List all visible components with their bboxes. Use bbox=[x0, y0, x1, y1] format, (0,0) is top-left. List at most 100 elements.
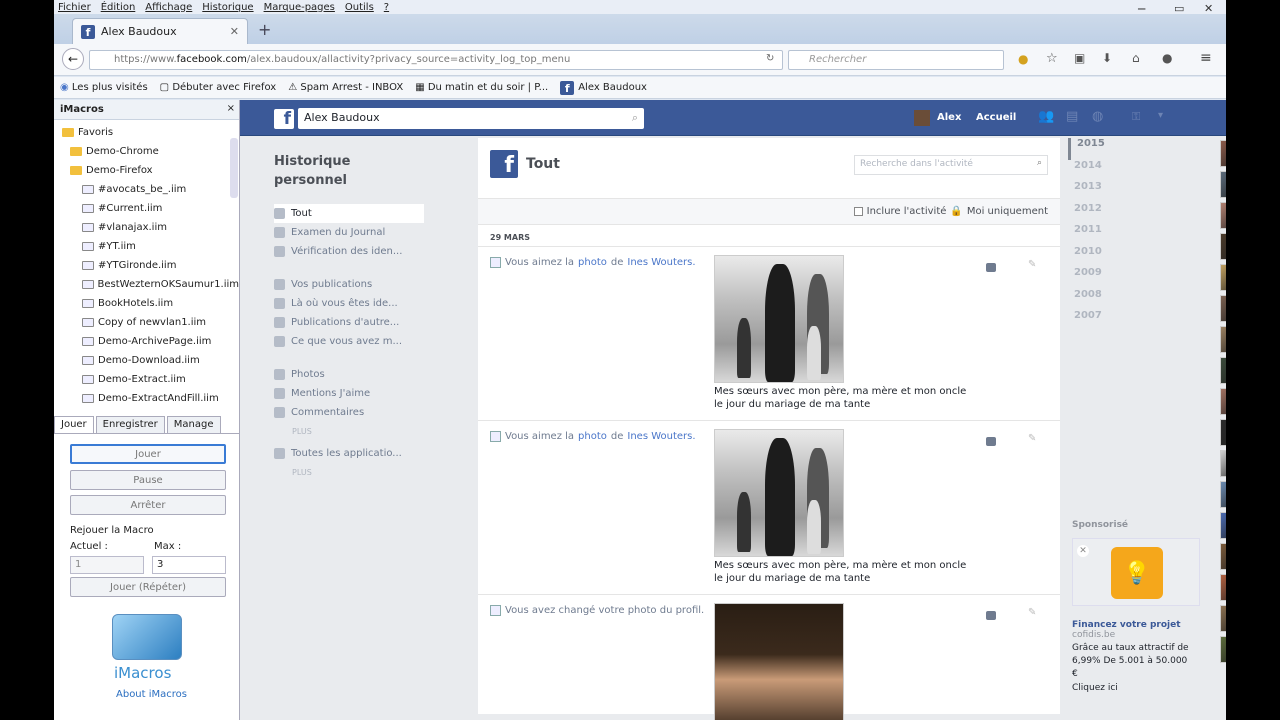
year-link[interactable]: 2010 bbox=[1068, 246, 1198, 268]
hamburger-menu-icon[interactable]: ≡ bbox=[1200, 50, 1212, 66]
macro-tree-item[interactable]: #YT.iim bbox=[62, 237, 239, 256]
reload-icon[interactable]: ↻ bbox=[766, 53, 774, 64]
close-tab-icon[interactable]: ✕ bbox=[230, 25, 239, 38]
year-link[interactable]: 2011 bbox=[1068, 224, 1198, 246]
extension-icon[interactable]: ● bbox=[1018, 52, 1028, 66]
bookmark-getting-started[interactable]: ▢ Débuter avec Firefox bbox=[160, 82, 277, 93]
tab-jouer[interactable]: Jouer bbox=[54, 416, 94, 433]
chat-contact[interactable] bbox=[1220, 262, 1226, 293]
max-input[interactable]: 3 bbox=[152, 556, 226, 574]
bookmark-alex-baudoux[interactable]: f Alex Baudoux bbox=[560, 80, 647, 95]
nav-item-nav1-0[interactable]: Tout bbox=[274, 204, 424, 223]
tree-scrollbar[interactable] bbox=[230, 138, 238, 198]
chat-contact[interactable] bbox=[1220, 541, 1226, 572]
addon-icon[interactable]: ● bbox=[1162, 51, 1172, 65]
menu-fichier[interactable]: Fichier bbox=[58, 2, 91, 13]
bookmark-most-visited[interactable]: ◉ Les plus visités bbox=[60, 82, 148, 93]
nav-item-nav2-3[interactable]: Ce que vous avez m... bbox=[274, 332, 424, 351]
menu-edition[interactable]: Édition bbox=[101, 2, 136, 13]
menu-marque-pages[interactable]: Marque-pages bbox=[264, 2, 335, 13]
macro-tree-item[interactable]: Demo-ExtractAndFill.iim bbox=[62, 389, 239, 408]
chat-contact[interactable] bbox=[1220, 138, 1226, 169]
edit-pencil-icon[interactable]: ✎ bbox=[1028, 433, 1036, 444]
entry-photo[interactable] bbox=[714, 603, 844, 720]
pause-button[interactable]: Pause bbox=[70, 470, 226, 490]
play-loop-button[interactable]: Jouer (Répéter) bbox=[70, 577, 226, 597]
tab-enregistrer[interactable]: Enregistrer bbox=[95, 416, 165, 433]
entry-photo[interactable] bbox=[714, 429, 844, 557]
nav-item-nav3-1[interactable]: Mentions J'aime bbox=[274, 384, 424, 403]
minimize-icon[interactable]: ─ bbox=[1138, 2, 1145, 16]
current-input[interactable]: 1 bbox=[70, 556, 144, 574]
audience-icon[interactable] bbox=[986, 263, 996, 272]
clipboard-icon[interactable]: ▣ bbox=[1074, 51, 1085, 65]
nav-item-nav1-2[interactable]: Vérification des iden... bbox=[274, 242, 424, 261]
about-imacros-link[interactable]: About iMacros bbox=[116, 689, 187, 700]
nav-item-nav2-2[interactable]: Publications d'autre... bbox=[274, 313, 424, 332]
macro-tree-item[interactable]: Copy of newvlan1.iim bbox=[62, 313, 239, 332]
stop-button[interactable]: Arrêter bbox=[70, 495, 226, 515]
macro-tree-item[interactable]: Demo-Extract.iim bbox=[62, 370, 239, 389]
facebook-search-input[interactable]: Alex Baudoux ⌕ bbox=[298, 108, 644, 129]
bookmark-star-icon[interactable]: ☆ bbox=[1046, 51, 1058, 66]
audience-icon[interactable] bbox=[986, 437, 996, 446]
new-tab-button[interactable]: + bbox=[258, 20, 271, 39]
chat-contact[interactable] bbox=[1220, 324, 1226, 355]
close-window-icon[interactable]: ✕ bbox=[1204, 2, 1213, 15]
back-button[interactable]: ← bbox=[62, 48, 84, 70]
more-link[interactable]: PLUS bbox=[274, 422, 424, 440]
include-checkbox[interactable] bbox=[853, 207, 863, 216]
messages-icon[interactable]: ▤ bbox=[1066, 109, 1078, 124]
browser-search-input[interactable]: Rechercher bbox=[788, 50, 1004, 70]
facebook-logo-icon[interactable]: f bbox=[274, 109, 294, 129]
close-ad-icon[interactable]: ✕ bbox=[1077, 545, 1089, 557]
entry-person-link[interactable]: Ines Wouters. bbox=[627, 257, 695, 268]
macro-tree-item[interactable]: #avocats_be_.iim bbox=[62, 180, 239, 199]
macro-tree-item[interactable]: #vlanajax.iim bbox=[62, 218, 239, 237]
audience-icon[interactable] bbox=[986, 611, 996, 620]
notifications-icon[interactable]: ◍ bbox=[1092, 109, 1103, 124]
chat-contact[interactable] bbox=[1220, 634, 1226, 665]
chat-contact[interactable] bbox=[1220, 386, 1226, 417]
edit-pencil-icon[interactable]: ✎ bbox=[1028, 259, 1036, 270]
macro-tree-item[interactable]: Favoris bbox=[62, 123, 239, 142]
chat-contact[interactable] bbox=[1220, 448, 1226, 479]
year-link[interactable]: 2007 bbox=[1068, 310, 1198, 332]
nav-item-nav1-1[interactable]: Examen du Journal bbox=[274, 223, 424, 242]
download-icon[interactable]: ⬇ bbox=[1102, 51, 1112, 65]
macro-tree-item[interactable]: Demo-Download.iim bbox=[62, 351, 239, 370]
nav-item-nav2-1[interactable]: Là où vous êtes ide... bbox=[274, 294, 424, 313]
chat-contact[interactable] bbox=[1220, 510, 1226, 541]
nav-item-nav2-0[interactable]: Vos publications bbox=[274, 275, 424, 294]
nav-item-nav3-2[interactable]: Commentaires bbox=[274, 403, 424, 422]
search-icon[interactable]: ⌕ bbox=[1037, 158, 1042, 168]
year-link[interactable]: 2015 bbox=[1068, 138, 1198, 160]
entry-photo-link[interactable]: photo bbox=[578, 431, 607, 442]
chat-contact[interactable] bbox=[1220, 355, 1226, 386]
menu-outils[interactable]: Outils bbox=[345, 2, 374, 13]
nav-item-nav3-0[interactable]: Photos bbox=[274, 365, 424, 384]
entry-photo-link[interactable]: photo bbox=[578, 257, 607, 268]
year-link[interactable]: 2012 bbox=[1068, 203, 1198, 225]
maximize-icon[interactable]: ▭ bbox=[1174, 2, 1184, 15]
macro-tree-item[interactable]: Demo-Chrome bbox=[62, 142, 239, 161]
home-icon[interactable]: ⌂ bbox=[1132, 51, 1140, 65]
year-link[interactable]: 2014 bbox=[1068, 160, 1198, 182]
macro-tree-item[interactable]: #Current.iim bbox=[62, 199, 239, 218]
url-bar[interactable]: https://www.facebook.com/alex.baudoux/al… bbox=[89, 50, 783, 70]
chat-contact[interactable] bbox=[1220, 572, 1226, 603]
bookmark-du-matin[interactable]: ▦ Du matin et du soir | P... bbox=[415, 82, 548, 93]
year-link[interactable]: 2008 bbox=[1068, 289, 1198, 311]
search-icon[interactable]: ⌕ bbox=[632, 111, 638, 125]
home-link[interactable]: Accueil bbox=[976, 112, 1016, 123]
nav-item-nav4-0[interactable]: Toutes les applicatio... bbox=[274, 444, 424, 463]
tab-manage[interactable]: Manage bbox=[166, 416, 221, 433]
menu-affichage[interactable]: Affichage bbox=[145, 2, 192, 13]
year-link[interactable]: 2009 bbox=[1068, 267, 1198, 289]
ad-title-link[interactable]: Financez votre projet bbox=[1072, 620, 1204, 630]
user-avatar[interactable] bbox=[914, 110, 930, 126]
entry-photo[interactable] bbox=[714, 255, 844, 383]
account-menu-icon[interactable]: ▾ bbox=[1158, 110, 1163, 121]
macro-tree-item[interactable]: BookHotels.iim bbox=[62, 294, 239, 313]
friend-requests-icon[interactable]: 👥 bbox=[1038, 109, 1054, 124]
